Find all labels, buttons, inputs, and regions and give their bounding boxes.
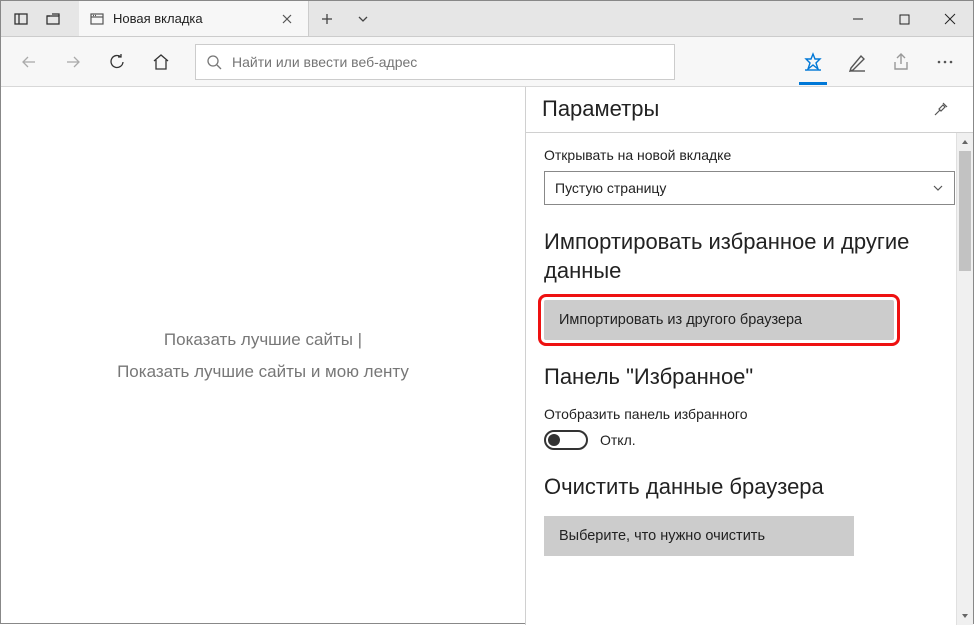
favorites-section-title: Панель "Избранное" [544,362,955,392]
close-tab-icon[interactable] [282,14,298,24]
tabs-aside-icon[interactable] [5,1,37,37]
pin-icon[interactable] [933,101,957,117]
tab-chevron-icon[interactable] [345,1,381,37]
address-bar[interactable] [195,44,675,80]
address-input[interactable] [232,54,664,70]
minimize-button[interactable] [835,1,881,37]
import-from-browser-button[interactable]: Импортировать из другого браузера [544,300,894,340]
import-button-label: Импортировать из другого браузера [559,312,802,328]
page-icon [89,11,105,27]
new-tab-page: Показать лучшие сайты | Показать лучшие … [1,87,525,625]
nav-buttons [7,40,183,84]
settings-panel: Параметры Открывать на новой вкладке Пус… [525,87,973,625]
scrollbar[interactable] [956,133,973,625]
show-top-sites-link[interactable]: Показать лучшие сайты [164,330,353,349]
import-section-title: Импортировать избранное и другие данные [544,227,955,286]
separator: | [353,330,362,349]
more-button[interactable] [923,39,967,85]
panel-title: Параметры [542,96,933,122]
search-icon [206,54,222,70]
home-button[interactable] [139,40,183,84]
forward-button[interactable] [51,40,95,84]
browser-tab[interactable]: Новая вкладка [79,1,309,36]
toggle-knob [548,434,560,446]
scroll-down-icon[interactable] [957,607,973,625]
notes-button[interactable] [835,39,879,85]
tab-preview-buttons [1,1,73,36]
new-tab-button[interactable] [309,1,345,37]
select-value: Пустую страницу [555,180,666,196]
scroll-up-icon[interactable] [957,133,973,151]
open-on-new-tab-select[interactable]: Пустую страницу [544,171,955,205]
close-window-button[interactable] [927,1,973,37]
tab-actions [309,1,381,36]
favorites-hub-button[interactable] [791,39,835,85]
clear-data-section-title: Очистить данные браузера [544,472,955,502]
toolbar [1,37,973,87]
toggle-state-label: Откл. [600,432,636,448]
favorites-toggle[interactable] [544,430,588,450]
main-area: Показать лучшие сайты | Показать лучшие … [1,87,973,625]
scroll-track[interactable] [957,151,973,607]
maximize-button[interactable] [881,1,927,37]
favorites-toggle-row: Откл. [544,430,955,450]
titlebar: Новая вкладка [1,1,973,37]
window-controls [835,1,973,36]
open-on-new-tab-label: Открывать на новой вкладке [544,147,955,163]
choose-what-to-clear-button[interactable]: Выберите, что нужно очистить [544,516,854,556]
toolbar-right [791,39,967,85]
share-button[interactable] [879,39,923,85]
panel-header: Параметры [526,87,973,133]
show-favorites-bar-label: Отобразить панель избранного [544,406,955,422]
tab-title: Новая вкладка [113,11,274,26]
back-button[interactable] [7,40,51,84]
panel-body: Открывать на новой вкладке Пустую страни… [526,133,973,625]
show-top-sites-feed-link[interactable]: Показать лучшие сайты и мою ленту [117,362,409,381]
page-links: Показать лучшие сайты | Показать лучшие … [117,324,409,389]
clear-button-label: Выберите, что нужно очистить [559,528,765,544]
scroll-thumb[interactable] [959,151,971,271]
chevron-down-icon [932,182,944,194]
show-tabs-icon[interactable] [37,1,69,37]
refresh-button[interactable] [95,40,139,84]
